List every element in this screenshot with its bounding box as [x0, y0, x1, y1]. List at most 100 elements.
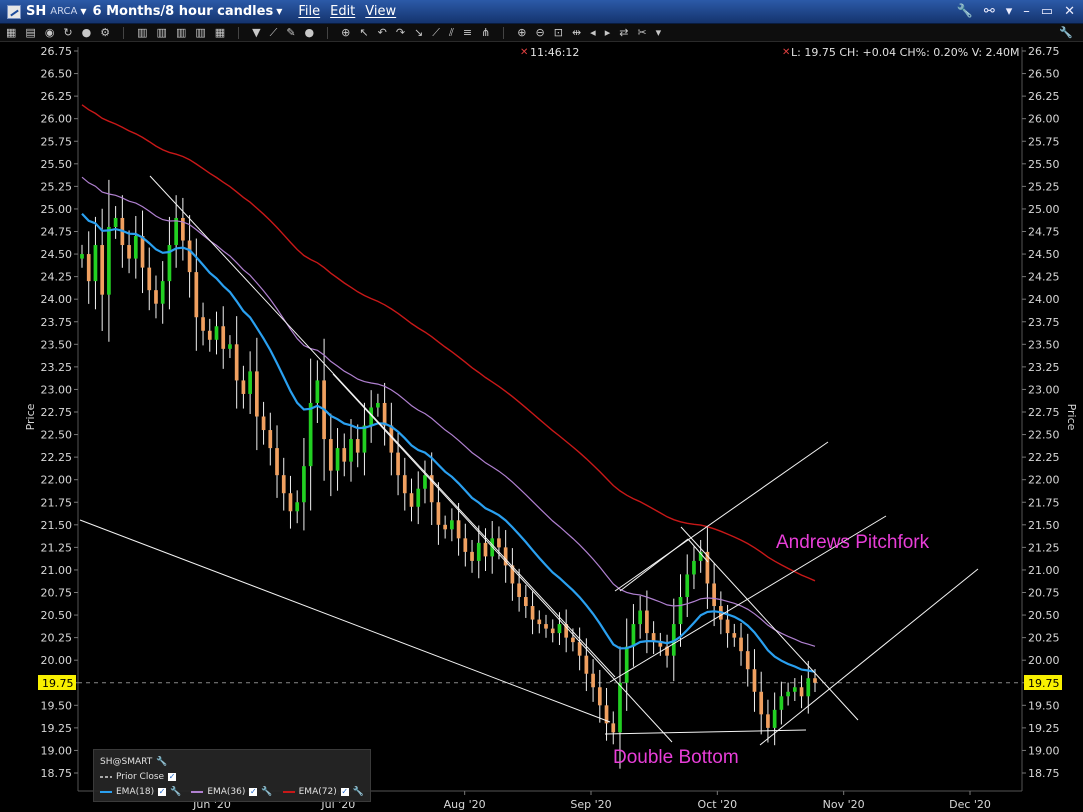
candle-body[interactable] — [732, 633, 737, 638]
candle-body[interactable] — [645, 610, 649, 634]
candle-body[interactable] — [685, 574, 690, 598]
pencil-icon[interactable]: ✎ — [286, 24, 295, 42]
candle-body[interactable] — [611, 723, 616, 733]
candle-body[interactable] — [248, 371, 252, 394]
candle-body[interactable] — [288, 493, 293, 512]
candle-body[interactable] — [382, 402, 387, 426]
candle-body[interactable] — [550, 628, 555, 634]
close-quote-marker-icon[interactable]: ✕ — [782, 47, 790, 58]
candle-body[interactable] — [631, 624, 636, 647]
candle-body[interactable] — [725, 619, 730, 634]
candle-body[interactable] — [766, 714, 770, 728]
zoom-box-icon[interactable]: ⊡ — [554, 24, 563, 42]
magnify-minus-icon[interactable]: ⊖ — [536, 24, 545, 42]
candle-body[interactable] — [160, 281, 165, 304]
redo-icon[interactable]: ↷ — [396, 24, 405, 42]
chart-area[interactable]: 26.75 26.50 26.25 26.00 25.75 25.50 25.25 25.00… — [0, 42, 1083, 812]
wrench-icon[interactable]: 🔧 — [1059, 24, 1083, 42]
area-chart-icon[interactable]: ▥ — [195, 24, 205, 42]
candle-body[interactable] — [423, 475, 427, 489]
candle-body[interactable] — [752, 669, 757, 692]
candle-body[interactable] — [396, 452, 400, 476]
candle-body[interactable] — [416, 488, 421, 507]
menu-view[interactable]: View — [365, 4, 396, 19]
candle-body[interactable] — [557, 624, 562, 634]
candle-body[interactable] — [678, 597, 683, 625]
hline-icon[interactable]: ⟋ — [432, 24, 440, 42]
candle-body[interactable] — [221, 326, 226, 349]
drawing-tools[interactable] — [79, 175, 979, 746]
drawn-line-8[interactable] — [619, 538, 689, 592]
candle-body[interactable] — [349, 439, 353, 462]
chart-type-icon[interactable]: ▤ — [25, 24, 35, 42]
candle-body[interactable] — [591, 673, 595, 688]
candle-body[interactable] — [295, 502, 300, 512]
pitchfork-icon[interactable]: ⋔ — [481, 24, 490, 42]
wrench-icon[interactable]: 🔧 — [957, 4, 973, 19]
candle-body[interactable] — [456, 520, 461, 539]
chevron-down-icon[interactable]: ▼ — [276, 7, 282, 16]
chevron-down-icon[interactable]: ▾ — [1006, 4, 1013, 19]
candle-body[interactable] — [127, 245, 131, 259]
settings-icon[interactable]: ⚙ — [100, 24, 110, 42]
drawn-line-9[interactable] — [687, 538, 709, 563]
tools-icon[interactable]: ✂ — [637, 24, 646, 42]
candle-body[interactable] — [335, 448, 340, 471]
candle-body[interactable] — [402, 475, 407, 494]
filter-icon[interactable]: ▼ — [252, 24, 260, 42]
candle-body[interactable] — [342, 448, 347, 462]
candle-body[interactable] — [376, 402, 380, 408]
candle-body[interactable] — [147, 267, 152, 291]
candle-body[interactable] — [140, 236, 145, 268]
grid-icon[interactable]: ▦ — [6, 24, 16, 42]
ema-line-18[interactable] — [81, 212, 816, 673]
candle-body[interactable] — [792, 687, 797, 692]
symbol-label[interactable]: SH — [26, 4, 46, 19]
scroll-left-icon[interactable]: ◂ — [590, 24, 596, 42]
candle-body[interactable] — [228, 344, 232, 349]
candle-body[interactable] — [745, 651, 750, 670]
candle-body[interactable] — [194, 272, 199, 318]
candle-body[interactable] — [476, 542, 481, 561]
fit-icon[interactable]: ⇹ — [572, 24, 581, 42]
candle-body[interactable] — [779, 696, 784, 710]
arrow-icon[interactable]: ↘ — [414, 24, 423, 42]
candle-body[interactable] — [813, 678, 817, 683]
candle-body[interactable] — [362, 425, 367, 453]
scroll-right-icon[interactable]: ▸ — [605, 24, 611, 42]
candle-body[interactable] — [463, 538, 468, 552]
candle-body[interactable] — [571, 637, 575, 643]
candle-body[interactable] — [739, 637, 743, 652]
candle-body[interactable] — [692, 560, 696, 575]
candle-body[interactable] — [113, 217, 118, 227]
candle-body[interactable] — [86, 254, 91, 282]
candle-body[interactable] — [517, 583, 521, 598]
layout-icon[interactable]: ▦ — [215, 24, 225, 42]
wrench-icon[interactable]: 🔧 — [156, 757, 167, 767]
candle-chart-icon[interactable]: ▥ — [157, 24, 167, 42]
candle-body[interactable] — [302, 466, 306, 503]
record-icon[interactable]: ● — [305, 24, 315, 42]
fib-icon[interactable]: ≡ — [463, 24, 472, 42]
candle-body[interactable] — [470, 551, 474, 561]
candle-body[interactable] — [107, 226, 111, 295]
pointer-icon[interactable]: ↖ — [359, 24, 368, 42]
ema-line-36[interactable] — [81, 176, 816, 647]
candle-body[interactable] — [584, 655, 589, 674]
candle-body[interactable] — [712, 583, 716, 607]
candle-body[interactable] — [268, 430, 273, 449]
magnify-plus-icon[interactable]: ⊕ — [517, 24, 526, 42]
candle-body[interactable] — [577, 642, 582, 656]
ema36-checkbox[interactable]: ✓ — [249, 787, 258, 796]
close-icon[interactable]: ✕ — [1064, 4, 1075, 19]
candle-body[interactable] — [100, 245, 105, 295]
candle-body[interactable] — [281, 475, 286, 494]
maximize-icon[interactable]: ▭ — [1041, 4, 1053, 19]
candle-body[interactable] — [154, 290, 158, 304]
chevron-down-icon[interactable]: ▾ — [656, 24, 662, 42]
candle-body[interactable] — [597, 687, 602, 706]
candle-body[interactable] — [275, 448, 279, 476]
wrench-icon[interactable]: 🔧 — [261, 787, 272, 797]
candle-body[interactable] — [207, 330, 212, 340]
crosshair-icon[interactable]: ⊕ — [341, 24, 350, 42]
